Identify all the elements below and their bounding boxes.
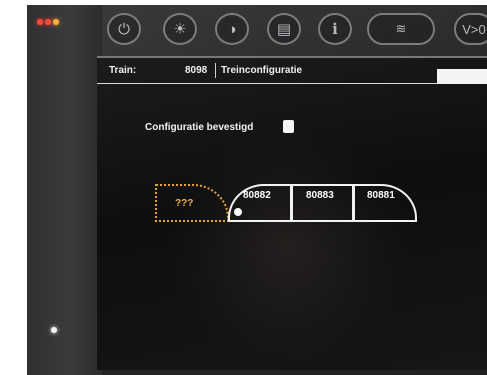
- power-icon: ⏻: [118, 20, 130, 38]
- status-led: [37, 19, 43, 25]
- page-title: Treinconfiguratie: [221, 65, 303, 76]
- brightness-icon: ☀: [173, 21, 187, 38]
- speed-button[interactable]: V>0: [454, 13, 487, 45]
- car-number: 80881: [367, 190, 395, 201]
- contrast-icon: ◑: [227, 20, 237, 38]
- signal-icon: ≋: [395, 21, 407, 36]
- brightness-button[interactable]: ☀: [163, 13, 197, 45]
- header-divider: [215, 63, 216, 78]
- header-status-area: [437, 69, 487, 84]
- screenshot-icon: ▤: [276, 21, 292, 38]
- screen-reflection: [167, 128, 407, 368]
- screenshot-button[interactable]: ▤: [267, 13, 301, 45]
- info-icon: ℹ: [332, 21, 338, 38]
- power-button[interactable]: ⏻: [107, 13, 141, 45]
- device-bezel: [27, 5, 102, 375]
- cab-indicator-dot: [234, 208, 242, 216]
- confirm-label: Configuratie bevestigd: [145, 122, 254, 133]
- train-label: Train:: [109, 65, 137, 76]
- header-underline: [97, 83, 437, 84]
- confirm-checkbox[interactable]: [283, 120, 294, 133]
- display-screen: Train: 8098 Treinconfiguratie Configurat…: [97, 56, 487, 370]
- status-led: [45, 19, 51, 25]
- signal-button[interactable]: ≋: [367, 13, 435, 45]
- indicator-light: [51, 327, 57, 333]
- unknown-car-label: ???: [175, 198, 194, 209]
- device-photo: ⏻ ☀ ◑ ▤ ℹ ≋ V>0 Train: 8098 Treinconfigu…: [27, 5, 487, 375]
- car-number: 80883: [306, 190, 334, 201]
- info-button[interactable]: ℹ: [318, 13, 352, 45]
- speed-label: V>0: [462, 21, 486, 37]
- status-led: [53, 19, 59, 25]
- train-number: 8098: [185, 65, 208, 76]
- contrast-button[interactable]: ◑: [215, 13, 249, 45]
- car-number: 80882: [243, 190, 271, 201]
- screen-header: Train: 8098 Treinconfiguratie: [97, 62, 487, 84]
